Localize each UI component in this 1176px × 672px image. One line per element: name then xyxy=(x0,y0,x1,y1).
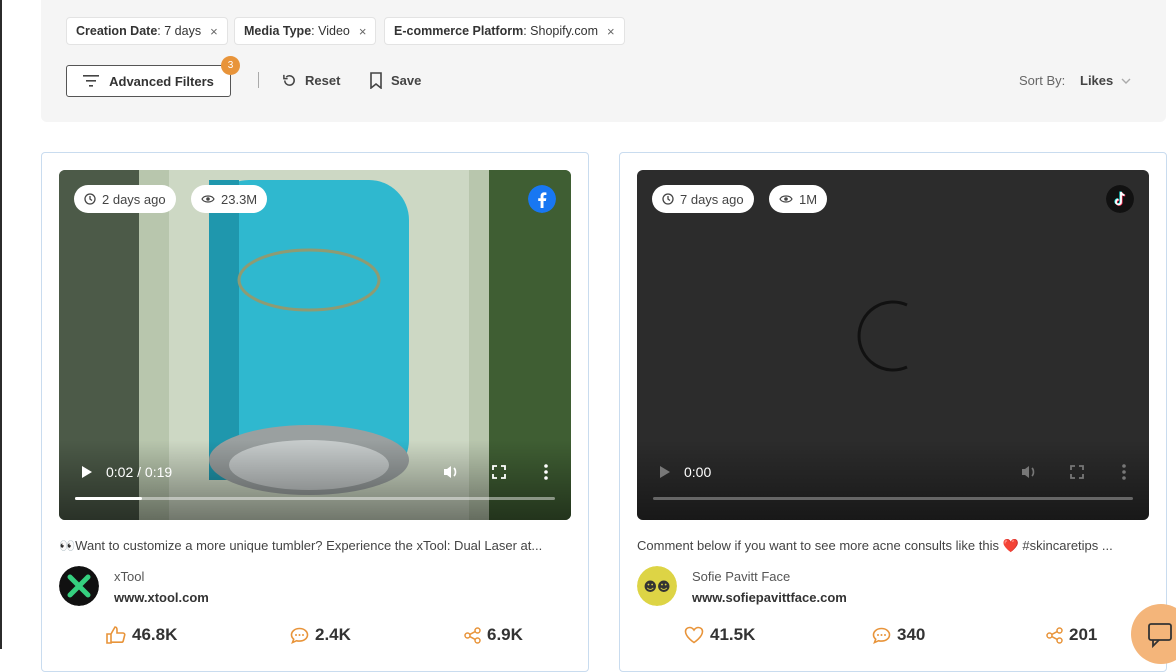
play-icon[interactable] xyxy=(76,462,96,482)
ad-card[interactable]: 2 days ago 23.3M 0:02 / 0:19 👀Want to cu… xyxy=(41,152,589,672)
comment-icon xyxy=(872,627,891,644)
volume-icon[interactable] xyxy=(441,462,461,482)
clock-icon xyxy=(84,193,96,205)
views-pill: 23.3M xyxy=(191,185,268,213)
brand-avatar[interactable] xyxy=(59,566,99,606)
video-player[interactable]: 7 days ago 1M 0:00 xyxy=(637,170,1149,520)
posted-age-pill: 7 days ago xyxy=(652,185,754,213)
clock-icon xyxy=(662,193,674,205)
filter-chip-creation-date[interactable]: Creation Date: 7 days × xyxy=(66,17,228,45)
brand-url[interactable]: www.sofiepavittface.com xyxy=(692,590,847,605)
filter-lines-icon xyxy=(83,75,100,87)
likes-count: 41.5K xyxy=(710,625,756,644)
share-icon xyxy=(464,626,481,644)
comments-count: 2.4K xyxy=(315,625,351,644)
filter-chip-media-type[interactable]: Media Type: Video × xyxy=(234,17,377,45)
more-options-icon[interactable] xyxy=(536,462,556,482)
sort-value: Likes xyxy=(1080,73,1114,88)
eye-icon xyxy=(201,195,215,203)
window-edge xyxy=(0,0,2,649)
thumbs-up-icon xyxy=(106,626,126,644)
filter-count-badge: 3 xyxy=(221,56,240,75)
close-icon[interactable]: × xyxy=(359,24,367,39)
chevron-down-icon xyxy=(1121,78,1131,84)
chip-value: Shopify.com xyxy=(530,24,599,38)
brand-url[interactable]: www.xtool.com xyxy=(114,590,209,605)
ad-card[interactable]: 7 days ago 1M 0:00 Comment below if you … xyxy=(619,152,1167,672)
sort-by-label: Sort By: xyxy=(1019,73,1066,88)
shares-count: 6.9K xyxy=(487,625,523,644)
ad-caption: Comment below if you want to see more ac… xyxy=(637,538,1113,553)
posted-age-pill: 2 days ago xyxy=(74,185,176,213)
bookmark-icon xyxy=(370,71,382,89)
shares-count: 201 xyxy=(1069,625,1098,644)
posted-age: 7 days ago xyxy=(680,191,744,207)
likes-count: 46.8K xyxy=(132,625,178,644)
brand-name: Sofie Pavitt Face xyxy=(692,569,791,584)
video-progress-fill xyxy=(75,497,143,500)
sort-select[interactable]: Likes xyxy=(1080,73,1131,88)
comments-stat: 2.4K xyxy=(290,625,351,645)
playback-time: 0:00 xyxy=(684,464,712,480)
save-button[interactable]: Save xyxy=(369,70,421,90)
eye-icon xyxy=(779,195,793,203)
toolbar-divider xyxy=(258,72,259,88)
save-label: Save xyxy=(391,72,422,88)
chip-key: Media Type xyxy=(244,24,312,38)
play-icon[interactable] xyxy=(654,462,674,482)
facebook-icon xyxy=(528,185,556,213)
video-progress-bar[interactable] xyxy=(653,497,1133,500)
heart-icon xyxy=(684,626,704,644)
chip-value: 7 days xyxy=(164,24,202,38)
fullscreen-icon[interactable] xyxy=(489,462,509,482)
view-count: 23.3M xyxy=(221,191,258,207)
tiktok-icon xyxy=(1106,185,1134,213)
chat-icon xyxy=(1148,623,1172,649)
volume-icon[interactable] xyxy=(1019,462,1039,482)
comment-icon xyxy=(290,627,309,644)
comments-stat: 340 xyxy=(872,625,925,645)
ad-caption: 👀Want to customize a more unique tumbler… xyxy=(59,538,543,553)
reset-button[interactable]: Reset xyxy=(282,70,340,90)
chip-value: Video xyxy=(318,24,350,38)
shares-stat: 201 xyxy=(1046,625,1097,645)
likes-stat: 41.5K xyxy=(684,625,755,645)
fullscreen-icon[interactable] xyxy=(1067,462,1087,482)
chip-key: E-commerce Platform xyxy=(394,24,524,38)
video-progress-bar[interactable] xyxy=(75,497,555,500)
brand-name: xTool xyxy=(114,569,145,584)
posted-age: 2 days ago xyxy=(102,191,166,207)
views-pill: 1M xyxy=(769,185,828,213)
close-icon[interactable]: × xyxy=(210,24,218,39)
more-options-icon[interactable] xyxy=(1114,462,1134,482)
close-icon[interactable]: × xyxy=(607,24,615,39)
filter-chip-ecommerce-platform[interactable]: E-commerce Platform: Shopify.com × xyxy=(384,17,625,45)
advanced-filters-label: Advanced Filters xyxy=(109,73,214,89)
comments-count: 340 xyxy=(897,625,926,644)
reset-icon xyxy=(283,74,295,86)
shares-stat: 6.9K xyxy=(464,625,523,645)
svg-text:☻☻: ☻☻ xyxy=(643,580,670,595)
video-player[interactable]: 2 days ago 23.3M 0:02 / 0:19 xyxy=(59,170,571,520)
chip-key: Creation Date xyxy=(76,24,158,38)
view-count: 1M xyxy=(799,191,818,207)
share-icon xyxy=(1046,626,1063,644)
reset-label: Reset xyxy=(305,72,341,88)
likes-stat: 46.8K xyxy=(106,625,177,645)
brand-avatar[interactable]: ☻☻ xyxy=(637,566,677,606)
advanced-filters-button[interactable]: Advanced Filters xyxy=(66,65,231,97)
playback-time: 0:02 / 0:19 xyxy=(106,464,173,480)
